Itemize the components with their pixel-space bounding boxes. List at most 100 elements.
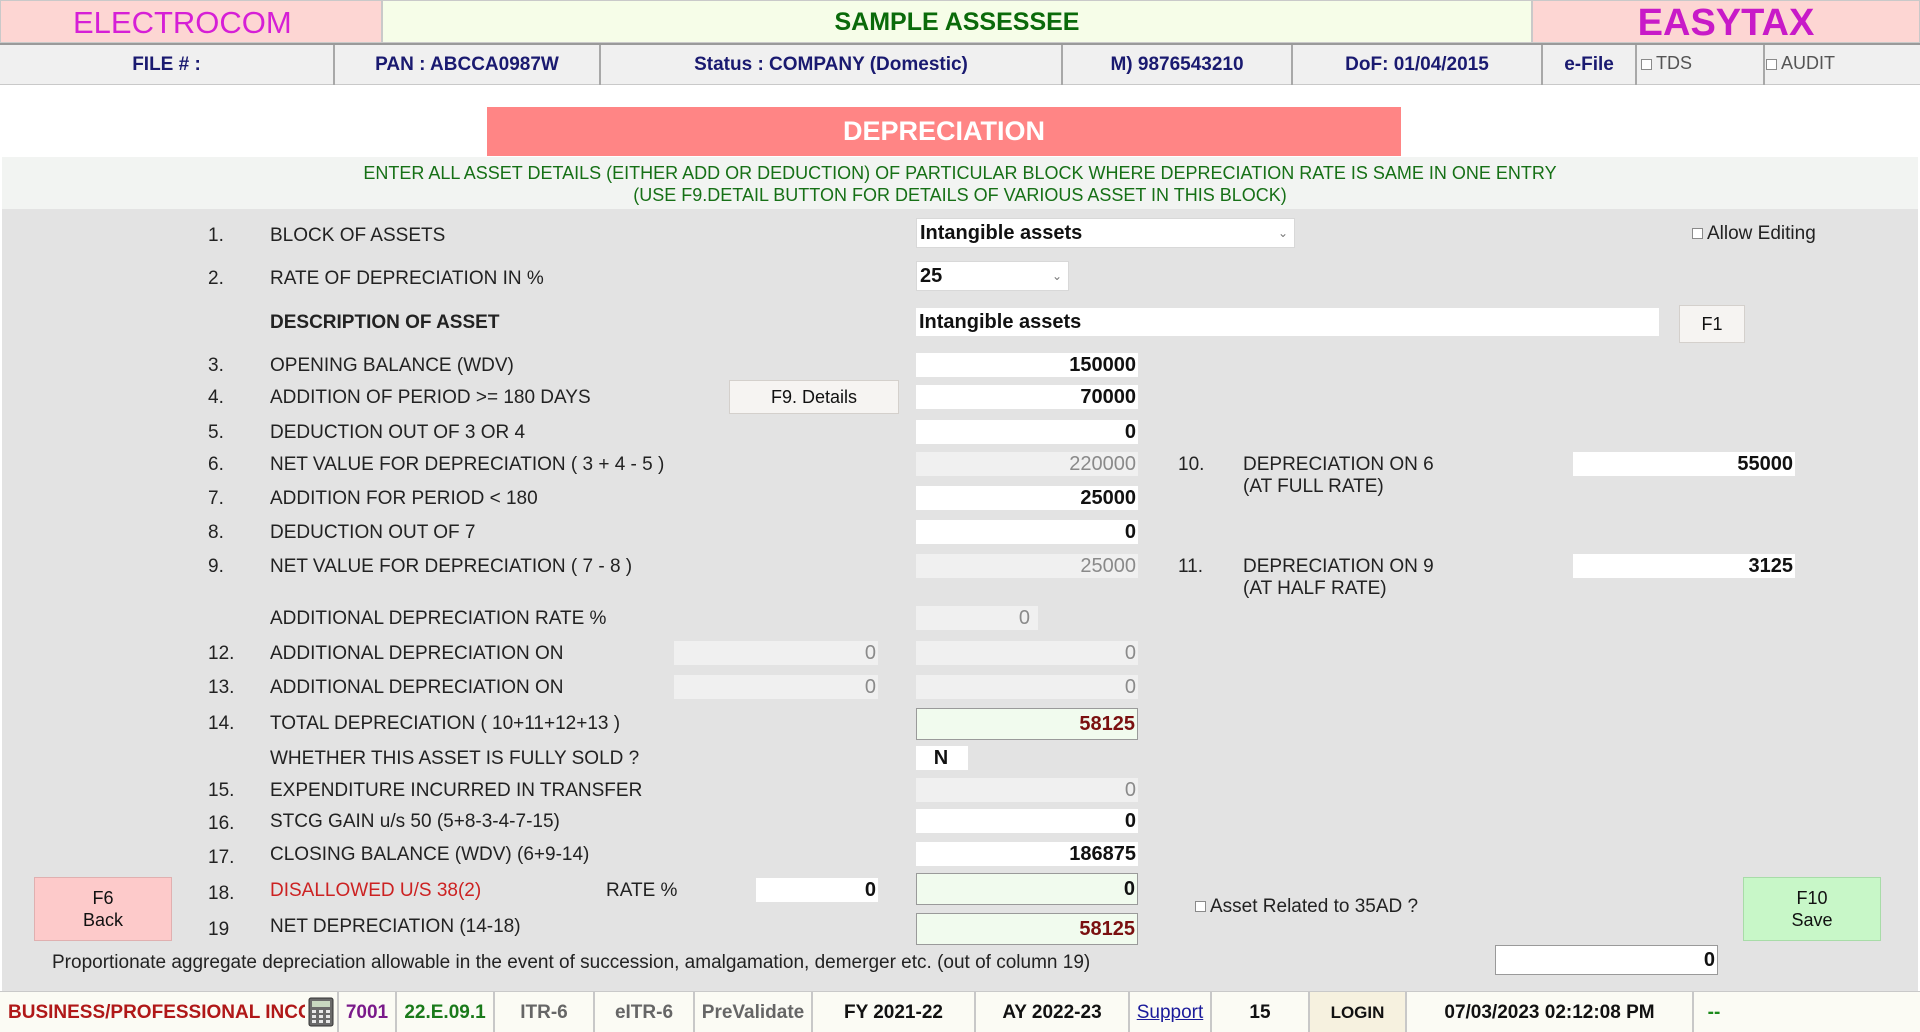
eitr-6-link[interactable]: eITR-6 <box>595 992 695 1032</box>
fully-sold-label: WHETHER THIS ASSET IS FULLY SOLD ? <box>270 748 640 769</box>
row-number: 14. <box>208 713 235 734</box>
deduction-3-or-4-label: DEDUCTION OUT OF 3 OR 4 <box>270 422 526 443</box>
row-number: 1. <box>208 225 224 246</box>
instruction-line-1: ENTER ALL ASSET DETAILS (EITHER ADD OR D… <box>363 163 1557 183</box>
datetime-label: 07/03/2023 02:12:08 PM <box>1407 992 1694 1032</box>
net-value-9-field: 25000 <box>916 554 1138 578</box>
proportionate-label: Proportionate aggregate depreciation all… <box>52 952 1091 973</box>
save-button-key: F10 <box>1796 888 1828 908</box>
financial-year: FY 2021-22 <box>813 992 976 1032</box>
row-number: 5. <box>208 422 224 443</box>
deduction-3-or-4-input[interactable]: 0 <box>916 420 1138 444</box>
deduction-7-label: DEDUCTION OUT OF 7 <box>270 522 476 543</box>
asset-35ad-box[interactable] <box>1195 901 1206 913</box>
depreciation-on-6-label: DEPRECIATION ON 6 (AT FULL RATE) <box>1243 454 1434 498</box>
additional-depreciation-rate-field: 0 <box>916 606 1038 630</box>
page-title: DEPRECIATION <box>487 107 1401 156</box>
transfer-expenditure-field: 0 <box>916 778 1138 802</box>
addition-180-days-label: ADDITION OF PERIOD >= 180 DAYS <box>270 387 591 408</box>
row-number: 16. <box>208 813 235 834</box>
disallowed-label: DISALLOWED U/S 38(2) <box>270 880 482 901</box>
calculator-icon[interactable] <box>305 992 337 1032</box>
tds-checkbox[interactable]: TDS <box>1641 53 1692 74</box>
asset-35ad-checkbox[interactable]: Asset Related to 35AD ? <box>1195 896 1418 918</box>
row-number: 10. <box>1178 454 1205 475</box>
row-number: 2. <box>208 268 224 289</box>
audit-checkbox[interactable]: AUDIT <box>1766 53 1835 74</box>
assessee-info-bar: FILE # : PAN : ABCCA0987W Status : COMPA… <box>0 43 1920 85</box>
rate-of-depreciation-value: 25 <box>920 265 943 287</box>
opening-balance-label: OPENING BALANCE (WDV) <box>270 355 514 376</box>
prevalidate-link[interactable]: PreValidate <box>695 992 813 1032</box>
net-value-6-field: 220000 <box>916 452 1138 476</box>
additional-depreciation-13-label: ADDITIONAL DEPRECIATION ON <box>270 677 564 698</box>
chevron-down-icon: ⌄ <box>1277 226 1288 240</box>
login-button[interactable]: LOGIN <box>1310 992 1407 1032</box>
block-of-assets-label: BLOCK OF ASSETS <box>270 225 446 246</box>
addition-lt-180-input[interactable]: 25000 <box>916 486 1138 510</box>
section-label: BUSINESS/PROFESSIONAL INCO <box>8 1002 305 1023</box>
additional-depreciation-12-base: 0 <box>674 641 878 665</box>
block-of-assets-select[interactable]: Intangible assets ⌄ <box>916 218 1295 248</box>
block-of-assets-value: Intangible assets <box>920 222 1083 244</box>
fully-sold-input[interactable]: N <box>916 746 968 770</box>
closing-balance-field[interactable]: 186875 <box>916 842 1138 866</box>
disallowed-rate-input[interactable]: 0 <box>756 878 878 902</box>
electrocom-label: ELECTROCOM <box>0 0 382 43</box>
row-number: 6. <box>208 454 224 475</box>
back-button-label: Back <box>82 910 124 930</box>
support-link[interactable]: Support <box>1130 992 1212 1032</box>
itr-6-link[interactable]: ITR-6 <box>495 992 595 1032</box>
f9-details-button[interactable]: F9. Details <box>729 380 899 414</box>
mobile-number: M) 9876543210 <box>1063 45 1293 85</box>
chevron-down-icon: ⌄ <box>1051 269 1062 283</box>
status-indicator: -- <box>1707 1002 1721 1023</box>
pan-number: PAN : ABCCA0987W <box>335 45 601 85</box>
row-number: 13. <box>208 677 235 698</box>
allow-editing-box[interactable] <box>1692 228 1703 240</box>
net-value-6-label: NET VALUE FOR DEPRECIATION ( 3 + 4 - 5 ) <box>270 454 665 475</box>
additional-depreciation-13-base: 0 <box>674 675 878 699</box>
disallowed-amount-field[interactable]: 0 <box>916 873 1138 905</box>
depreciation-on-6-field[interactable]: 55000 <box>1573 452 1795 476</box>
total-depreciation-label: TOTAL DEPRECIATION ( 10+11+12+13 ) <box>270 713 621 734</box>
opening-balance-input[interactable]: 150000 <box>916 353 1138 377</box>
allow-editing-checkbox[interactable]: Allow Editing <box>1692 223 1816 245</box>
closing-balance-label: CLOSING BALANCE (WDV) (6+9-14) <box>270 844 590 865</box>
rate-percent-label: RATE % <box>606 880 678 901</box>
back-button[interactable]: F6 Back <box>34 877 172 941</box>
f1-button[interactable]: F1 <box>1679 305 1745 343</box>
efile-link[interactable]: e-File <box>1543 45 1637 85</box>
form-code: 7001 <box>337 992 397 1032</box>
assessee-name: SAMPLE ASSESSEE <box>382 0 1532 43</box>
row-number: 11. <box>1178 556 1204 577</box>
row-number: 4. <box>208 387 224 408</box>
status-bar: BUSINESS/PROFESSIONAL INCO 7001 22.E.09.… <box>0 991 1920 1032</box>
date-of-formation: DoF: 01/04/2015 <box>1293 45 1543 85</box>
net-value-9-label: NET VALUE FOR DEPRECIATION ( 7 - 8 ) <box>270 556 633 577</box>
easytax-logo: EASYTAX <box>1532 0 1920 44</box>
tds-checkbox-box[interactable] <box>1641 58 1652 70</box>
depreciation-on-9-label: DEPRECIATION ON 9 (AT HALF RATE) <box>1243 556 1434 600</box>
instructions: ENTER ALL ASSET DETAILS (EITHER ADD OR D… <box>2 157 1918 209</box>
transfer-expenditure-label: EXPENDITURE INCURRED IN TRANSFER <box>270 780 643 801</box>
count-badge: 15 <box>1212 992 1310 1032</box>
depreciation-on-9-field[interactable]: 3125 <box>1573 554 1795 578</box>
row-number: 18. <box>208 883 235 904</box>
save-button[interactable]: F10 Save <box>1743 877 1881 941</box>
rate-of-depreciation-select[interactable]: 25 ⌄ <box>916 261 1069 291</box>
stcg-gain-field[interactable]: 0 <box>916 809 1138 833</box>
depreciation-on-9-line-2: (AT HALF RATE) <box>1243 578 1387 599</box>
description-of-asset-input[interactable]: Intangible assets <box>916 308 1659 336</box>
description-of-asset-label: DESCRIPTION OF ASSET <box>270 312 500 333</box>
audit-checkbox-box[interactable] <box>1766 58 1777 70</box>
version-label: 22.E.09.1 <box>397 992 495 1032</box>
net-depreciation-field: 58125 <box>916 913 1138 945</box>
additional-depreciation-12-label: ADDITIONAL DEPRECIATION ON <box>270 643 564 664</box>
depreciation-on-9-line-1: DEPRECIATION ON 9 <box>1243 556 1434 577</box>
addition-180-days-input[interactable]: 70000 <box>916 385 1138 409</box>
row-number: 9. <box>208 556 224 577</box>
deduction-7-input[interactable]: 0 <box>916 520 1138 544</box>
addition-lt-180-label: ADDITION FOR PERIOD < 180 <box>270 488 538 509</box>
proportionate-input[interactable]: 0 <box>1495 945 1718 975</box>
